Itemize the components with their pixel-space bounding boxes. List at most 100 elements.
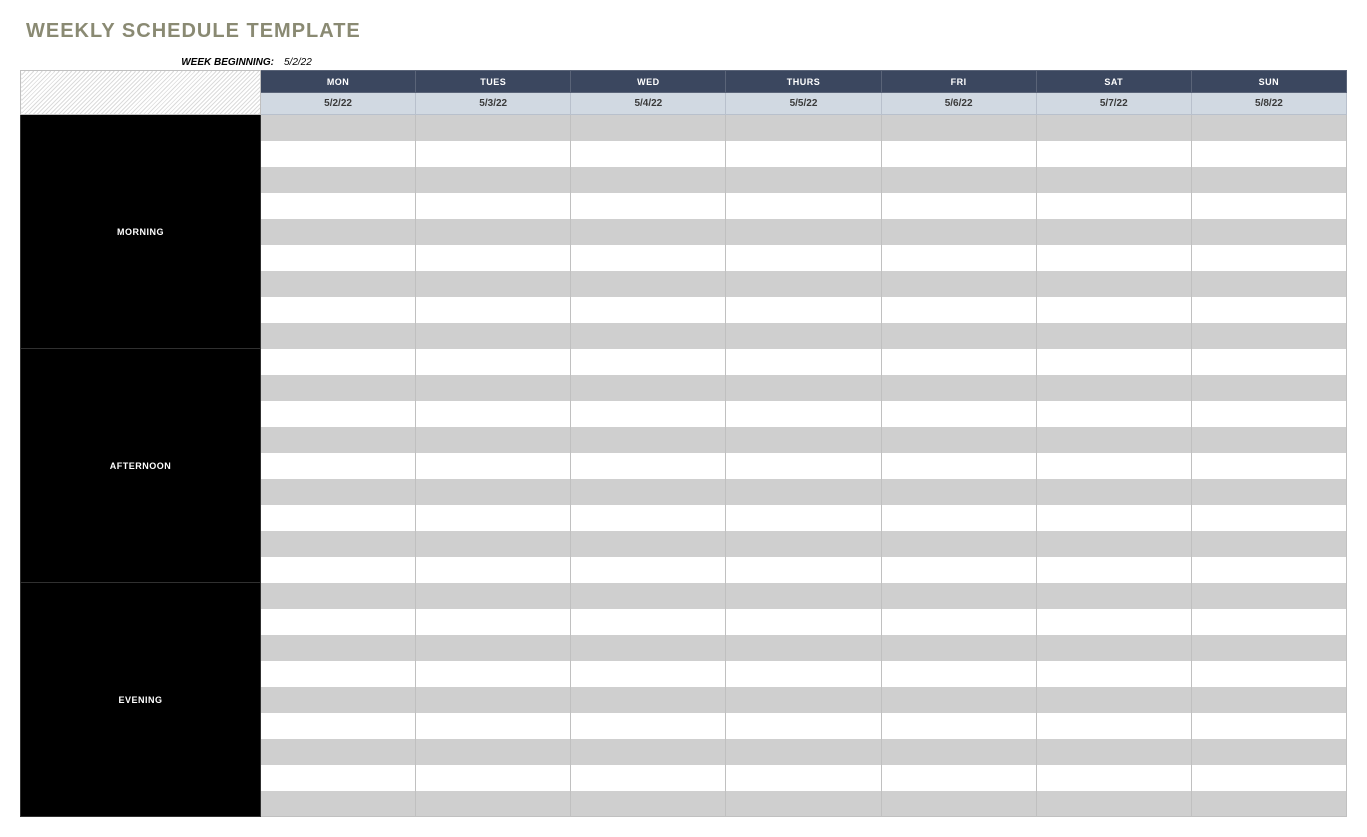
- schedule-cell[interactable]: [1036, 557, 1191, 583]
- schedule-cell[interactable]: [1036, 245, 1191, 271]
- schedule-cell[interactable]: [261, 791, 416, 817]
- schedule-cell[interactable]: [1191, 583, 1346, 609]
- schedule-cell[interactable]: [1036, 349, 1191, 375]
- schedule-cell[interactable]: [1191, 219, 1346, 245]
- schedule-cell[interactable]: [416, 661, 571, 687]
- schedule-cell[interactable]: [571, 141, 726, 167]
- schedule-cell[interactable]: [1036, 375, 1191, 401]
- schedule-cell[interactable]: [1036, 713, 1191, 739]
- schedule-cell[interactable]: [1036, 141, 1191, 167]
- schedule-cell[interactable]: [1191, 141, 1346, 167]
- schedule-cell[interactable]: [1191, 765, 1346, 791]
- schedule-cell[interactable]: [571, 479, 726, 505]
- schedule-cell[interactable]: [571, 583, 726, 609]
- schedule-cell[interactable]: [726, 713, 881, 739]
- schedule-cell[interactable]: [261, 167, 416, 193]
- schedule-cell[interactable]: [571, 219, 726, 245]
- schedule-cell[interactable]: [261, 739, 416, 765]
- schedule-cell[interactable]: [1191, 453, 1346, 479]
- schedule-cell[interactable]: [571, 609, 726, 635]
- schedule-cell[interactable]: [261, 141, 416, 167]
- schedule-cell[interactable]: [571, 635, 726, 661]
- schedule-cell[interactable]: [416, 583, 571, 609]
- schedule-cell[interactable]: [1036, 531, 1191, 557]
- schedule-cell[interactable]: [1036, 401, 1191, 427]
- schedule-cell[interactable]: [1036, 453, 1191, 479]
- schedule-cell[interactable]: [416, 193, 571, 219]
- schedule-cell[interactable]: [261, 661, 416, 687]
- schedule-cell[interactable]: [726, 453, 881, 479]
- schedule-cell[interactable]: [571, 427, 726, 453]
- schedule-cell[interactable]: [416, 557, 571, 583]
- schedule-cell[interactable]: [1036, 609, 1191, 635]
- schedule-cell[interactable]: [1191, 297, 1346, 323]
- schedule-cell[interactable]: [1036, 271, 1191, 297]
- schedule-cell[interactable]: [261, 427, 416, 453]
- schedule-cell[interactable]: [1191, 271, 1346, 297]
- schedule-cell[interactable]: [881, 453, 1036, 479]
- schedule-cell[interactable]: [1036, 167, 1191, 193]
- schedule-cell[interactable]: [1036, 297, 1191, 323]
- schedule-cell[interactable]: [261, 505, 416, 531]
- schedule-cell[interactable]: [261, 375, 416, 401]
- schedule-cell[interactable]: [1191, 609, 1346, 635]
- schedule-cell[interactable]: [881, 531, 1036, 557]
- schedule-cell[interactable]: [416, 167, 571, 193]
- schedule-cell[interactable]: [416, 401, 571, 427]
- schedule-cell[interactable]: [1036, 765, 1191, 791]
- schedule-cell[interactable]: [881, 791, 1036, 817]
- schedule-cell[interactable]: [881, 609, 1036, 635]
- schedule-cell[interactable]: [726, 167, 881, 193]
- schedule-cell[interactable]: [261, 323, 416, 349]
- schedule-cell[interactable]: [881, 323, 1036, 349]
- schedule-cell[interactable]: [416, 635, 571, 661]
- schedule-cell[interactable]: [726, 791, 881, 817]
- schedule-cell[interactable]: [726, 635, 881, 661]
- schedule-cell[interactable]: [1191, 479, 1346, 505]
- schedule-cell[interactable]: [881, 557, 1036, 583]
- schedule-cell[interactable]: [571, 765, 726, 791]
- schedule-cell[interactable]: [1191, 115, 1346, 141]
- schedule-cell[interactable]: [571, 505, 726, 531]
- schedule-cell[interactable]: [1191, 557, 1346, 583]
- schedule-cell[interactable]: [571, 453, 726, 479]
- schedule-cell[interactable]: [261, 271, 416, 297]
- schedule-cell[interactable]: [726, 323, 881, 349]
- schedule-cell[interactable]: [1036, 661, 1191, 687]
- schedule-cell[interactable]: [416, 271, 571, 297]
- schedule-cell[interactable]: [416, 115, 571, 141]
- schedule-cell[interactable]: [1191, 713, 1346, 739]
- schedule-cell[interactable]: [416, 609, 571, 635]
- schedule-cell[interactable]: [1191, 375, 1346, 401]
- schedule-cell[interactable]: [261, 401, 416, 427]
- schedule-cell[interactable]: [416, 375, 571, 401]
- schedule-cell[interactable]: [1036, 583, 1191, 609]
- schedule-cell[interactable]: [416, 713, 571, 739]
- schedule-cell[interactable]: [571, 531, 726, 557]
- schedule-cell[interactable]: [881, 271, 1036, 297]
- week-beginning-value[interactable]: 5/2/22: [280, 57, 312, 68]
- schedule-cell[interactable]: [261, 349, 416, 375]
- schedule-cell[interactable]: [726, 193, 881, 219]
- schedule-cell[interactable]: [726, 557, 881, 583]
- schedule-cell[interactable]: [726, 349, 881, 375]
- schedule-cell[interactable]: [881, 245, 1036, 271]
- schedule-cell[interactable]: [416, 739, 571, 765]
- schedule-cell[interactable]: [416, 245, 571, 271]
- schedule-cell[interactable]: [1036, 635, 1191, 661]
- schedule-cell[interactable]: [1036, 791, 1191, 817]
- schedule-cell[interactable]: [726, 739, 881, 765]
- schedule-cell[interactable]: [1191, 687, 1346, 713]
- schedule-cell[interactable]: [1191, 791, 1346, 817]
- schedule-cell[interactable]: [571, 193, 726, 219]
- schedule-cell[interactable]: [416, 765, 571, 791]
- schedule-cell[interactable]: [416, 505, 571, 531]
- schedule-cell[interactable]: [726, 297, 881, 323]
- schedule-cell[interactable]: [1191, 349, 1346, 375]
- schedule-cell[interactable]: [571, 349, 726, 375]
- schedule-cell[interactable]: [261, 713, 416, 739]
- schedule-cell[interactable]: [261, 479, 416, 505]
- schedule-cell[interactable]: [1036, 219, 1191, 245]
- schedule-cell[interactable]: [1191, 245, 1346, 271]
- schedule-cell[interactable]: [571, 271, 726, 297]
